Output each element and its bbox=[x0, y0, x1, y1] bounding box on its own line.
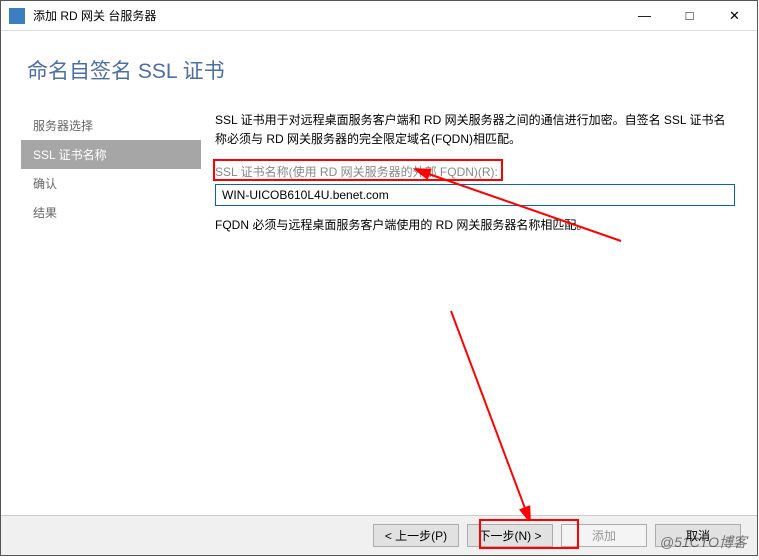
window-controls: ― □ ✕ bbox=[622, 1, 757, 30]
annotation-arrow-to-next bbox=[431, 301, 591, 521]
dialog-window: 添加 RD 网关 台服务器 ― □ ✕ 命名自签名 SSL 证书 服务器选择 S… bbox=[0, 0, 758, 556]
maximize-button[interactable]: □ bbox=[667, 1, 712, 30]
wizard-sidebar: 服务器选择 SSL 证书名称 确认 结果 bbox=[1, 101, 201, 236]
minimize-button[interactable]: ― bbox=[622, 1, 667, 30]
titlebar: 添加 RD 网关 台服务器 ― □ ✕ bbox=[1, 1, 757, 31]
main-panel: SSL 证书用于对远程桌面服务客户端和 RD 网关服务器之间的通信进行加密。自签… bbox=[201, 101, 757, 236]
sidebar-item-label: SSL 证书名称 bbox=[33, 148, 107, 162]
app-icon bbox=[9, 8, 25, 24]
sidebar-item-server-select[interactable]: 服务器选择 bbox=[21, 111, 201, 140]
sidebar-item-confirm[interactable]: 确认 bbox=[21, 169, 201, 198]
page-title: 命名自签名 SSL 证书 bbox=[1, 31, 757, 101]
close-button[interactable]: ✕ bbox=[712, 1, 757, 30]
description-text: SSL 证书用于对远程桌面服务客户端和 RD 网关服务器之间的通信进行加密。自签… bbox=[215, 111, 735, 149]
ssl-cert-name-input[interactable] bbox=[215, 184, 735, 206]
footer-bar: < 上一步(P) 下一步(N) > 添加 取消 bbox=[1, 515, 757, 555]
fqdn-note: FQDN 必须与远程桌面服务客户端使用的 RD 网关服务器名称相匹配。 bbox=[215, 216, 735, 235]
previous-button[interactable]: < 上一步(P) bbox=[373, 524, 459, 547]
next-button[interactable]: 下一步(N) > bbox=[467, 524, 553, 547]
sidebar-item-result[interactable]: 结果 bbox=[21, 198, 201, 227]
watermark: @51CTO博客 bbox=[660, 532, 747, 552]
window-title: 添加 RD 网关 台服务器 bbox=[33, 7, 622, 24]
sidebar-item-label: 结果 bbox=[33, 206, 57, 220]
body: 服务器选择 SSL 证书名称 确认 结果 SSL 证书用于对远程桌面服务客户端和… bbox=[1, 101, 757, 236]
sidebar-item-ssl-cert-name[interactable]: SSL 证书名称 bbox=[21, 140, 201, 169]
add-button: 添加 bbox=[561, 524, 647, 547]
sidebar-item-label: 服务器选择 bbox=[33, 119, 93, 133]
ssl-cert-field-label: SSL 证书名称(使用 RD 网关服务器的外部 FQDN)(R): bbox=[215, 163, 735, 180]
sidebar-item-label: 确认 bbox=[33, 177, 57, 191]
